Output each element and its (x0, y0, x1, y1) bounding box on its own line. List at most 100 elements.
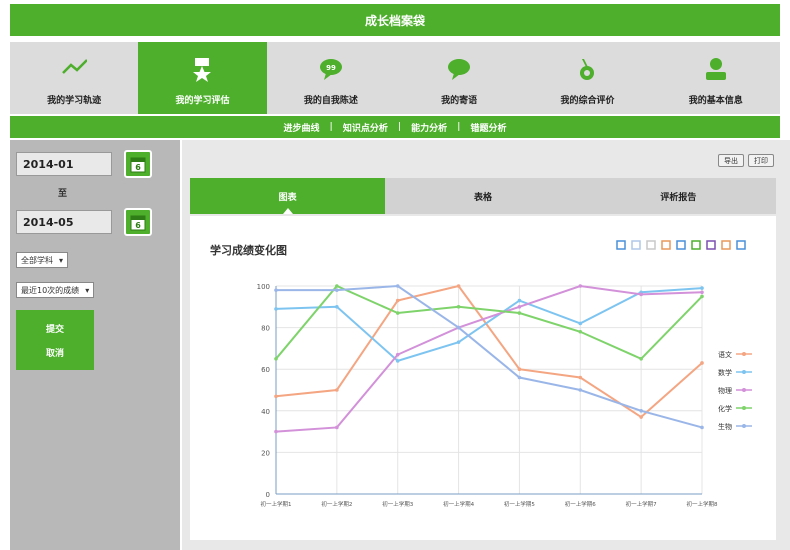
app-title-bar: 成长档案袋 (10, 4, 780, 36)
end-calendar-button[interactable]: 6 (124, 208, 152, 236)
data-point (517, 298, 522, 303)
x-tick-label: 初一上学期5 (504, 500, 536, 508)
y-tick-label: 40 (261, 408, 270, 416)
subnav-separator: | (457, 122, 461, 132)
legend-marker (742, 388, 746, 392)
legend-label: 语文 (718, 350, 732, 359)
score-line-chart: 0 20 40 60 80 100 初一上学期1 初一上学期2 初一上学期3 初一上学期4 初一上学… (257, 283, 752, 508)
data-point (335, 284, 339, 288)
data-point (274, 429, 278, 434)
data-point (456, 340, 461, 344)
nav-item-5[interactable]: 我的基本信息 (652, 42, 780, 114)
nav-item-1[interactable]: 我的学习评估 (138, 42, 267, 114)
sub-nav: 进步曲线 | 知识点分析 | 能力分析 | 错题分析 (10, 116, 780, 138)
tab-report[interactable]: 评析报告 (581, 178, 776, 214)
y-tick-label: 80 (261, 325, 270, 333)
legend-label: 化学 (718, 404, 732, 413)
submit-button[interactable]: 提交 (46, 322, 64, 335)
subnav-link-3[interactable]: 错题分析 (470, 121, 506, 134)
data-point (700, 286, 704, 290)
data-point (395, 352, 400, 357)
data-point (517, 367, 522, 371)
legend-label: 物理 (718, 386, 732, 395)
filter-sidebar: 2014-01 6 至 2014-05 6 全部学科 ▾ 最近10次的成绩 ▾ … (10, 140, 180, 550)
trend-line-icon (62, 59, 88, 74)
data-point (274, 394, 278, 399)
legend-marker (742, 424, 746, 428)
nav-item-4[interactable]: 我的综合评价 (523, 42, 651, 114)
nav-item-3[interactable]: 我的寄语 (395, 42, 523, 114)
tab-table-label: 表格 (473, 192, 492, 203)
export-button[interactable]: 导出 (718, 154, 744, 167)
main-nav: 我的学习轨迹 我的学习评估 99 我的自我陈述 我的寄语 我的综合评价 我的基本信息 (10, 42, 780, 114)
nav-item-label: 我的学习评估 (175, 96, 230, 106)
data-point (335, 305, 339, 309)
user-icon (705, 58, 726, 80)
tab-chart-label: 图表 (278, 192, 297, 203)
count-select[interactable]: 最近10次的成绩 ▾ (16, 282, 95, 298)
medal-icon (580, 59, 595, 80)
tab-table[interactable]: 表格 (385, 178, 580, 214)
data-point (517, 305, 522, 309)
export-label: 导出 (724, 156, 738, 165)
start-date-field[interactable]: 2014-01 (16, 152, 112, 176)
data-point (274, 307, 278, 311)
data-point (700, 290, 704, 295)
data-point (700, 425, 704, 430)
data-point (335, 288, 339, 292)
speech-bubble-icon: 99 (319, 59, 342, 80)
series-line-1 (275, 287, 703, 363)
subnav-separator: | (329, 122, 333, 132)
nav-item-2[interactable]: 99 我的自我陈述 (267, 42, 395, 114)
chart-panel: 学习成绩变化图 0 20 40 60 80 100 初一上学期1 初一上学期2 初一上学期3 初一… (190, 216, 776, 540)
print-button[interactable]: 打印 (748, 154, 774, 167)
app-title: 成长档案袋 (364, 13, 425, 28)
start-calendar-button[interactable]: 6 (124, 150, 152, 178)
y-tick-label: 20 (261, 449, 270, 457)
data-point (639, 357, 643, 361)
start-date-value: 2014-01 (23, 157, 74, 171)
subnav-link-2[interactable]: 能力分析 (411, 121, 447, 134)
main-content: 导出 打印 图表 表格 评析报告 学习成绩变化图 0 20 40 60 80 100 初一上… (182, 140, 790, 550)
x-tick-label: 初一上学期1 (261, 500, 292, 508)
nav-item-label: 我的寄语 (441, 96, 478, 106)
calendar-icon-day: 6 (135, 163, 141, 172)
end-date-value: 2014-05 (23, 215, 74, 229)
data-point (639, 409, 643, 413)
data-point (578, 375, 583, 380)
end-date-field[interactable]: 2014-05 (16, 210, 112, 234)
chat-bubble-icon (448, 59, 471, 80)
tab-chart[interactable]: 图表 (190, 178, 386, 214)
tab-report-label: 评析报告 (660, 192, 697, 203)
x-tick-label: 初一上学期7 (626, 500, 658, 508)
subnav-link-1[interactable]: 知识点分析 (343, 121, 388, 134)
data-point (395, 284, 400, 288)
cancel-button[interactable]: 取消 (46, 346, 64, 359)
nav-item-0[interactable]: 我的学习轨迹 (10, 42, 138, 114)
print-label: 打印 (754, 156, 768, 165)
data-point (335, 388, 339, 392)
data-point (639, 415, 643, 419)
dropdown-arrow-icon: ▾ (85, 285, 90, 295)
data-point (456, 325, 461, 330)
y-tick-label: 60 (261, 366, 270, 374)
award-badge-icon (193, 58, 212, 82)
subnav-link-0[interactable]: 进步曲线 (284, 121, 320, 134)
calendar-icon: 6 (130, 215, 146, 231)
nav-item-label: 我的综合评价 (560, 96, 615, 106)
legend-marker (742, 406, 746, 410)
x-tick-label: 初一上学期8 (687, 500, 719, 508)
data-point (395, 298, 400, 303)
subject-select-value: 全部学科 (21, 255, 53, 265)
data-point (395, 359, 400, 363)
legend-label: 生物 (718, 422, 732, 431)
legend-marker (742, 352, 746, 356)
data-point (700, 361, 704, 365)
action-panel: 提交 取消 (16, 310, 94, 370)
subject-select[interactable]: 全部学科 ▾ (16, 252, 69, 268)
data-point (456, 305, 461, 309)
dropdown-arrow-icon: ▾ (59, 255, 64, 265)
data-point (517, 375, 522, 380)
nav-item-label: 我的自我陈述 (303, 96, 358, 106)
data-point (578, 329, 583, 334)
